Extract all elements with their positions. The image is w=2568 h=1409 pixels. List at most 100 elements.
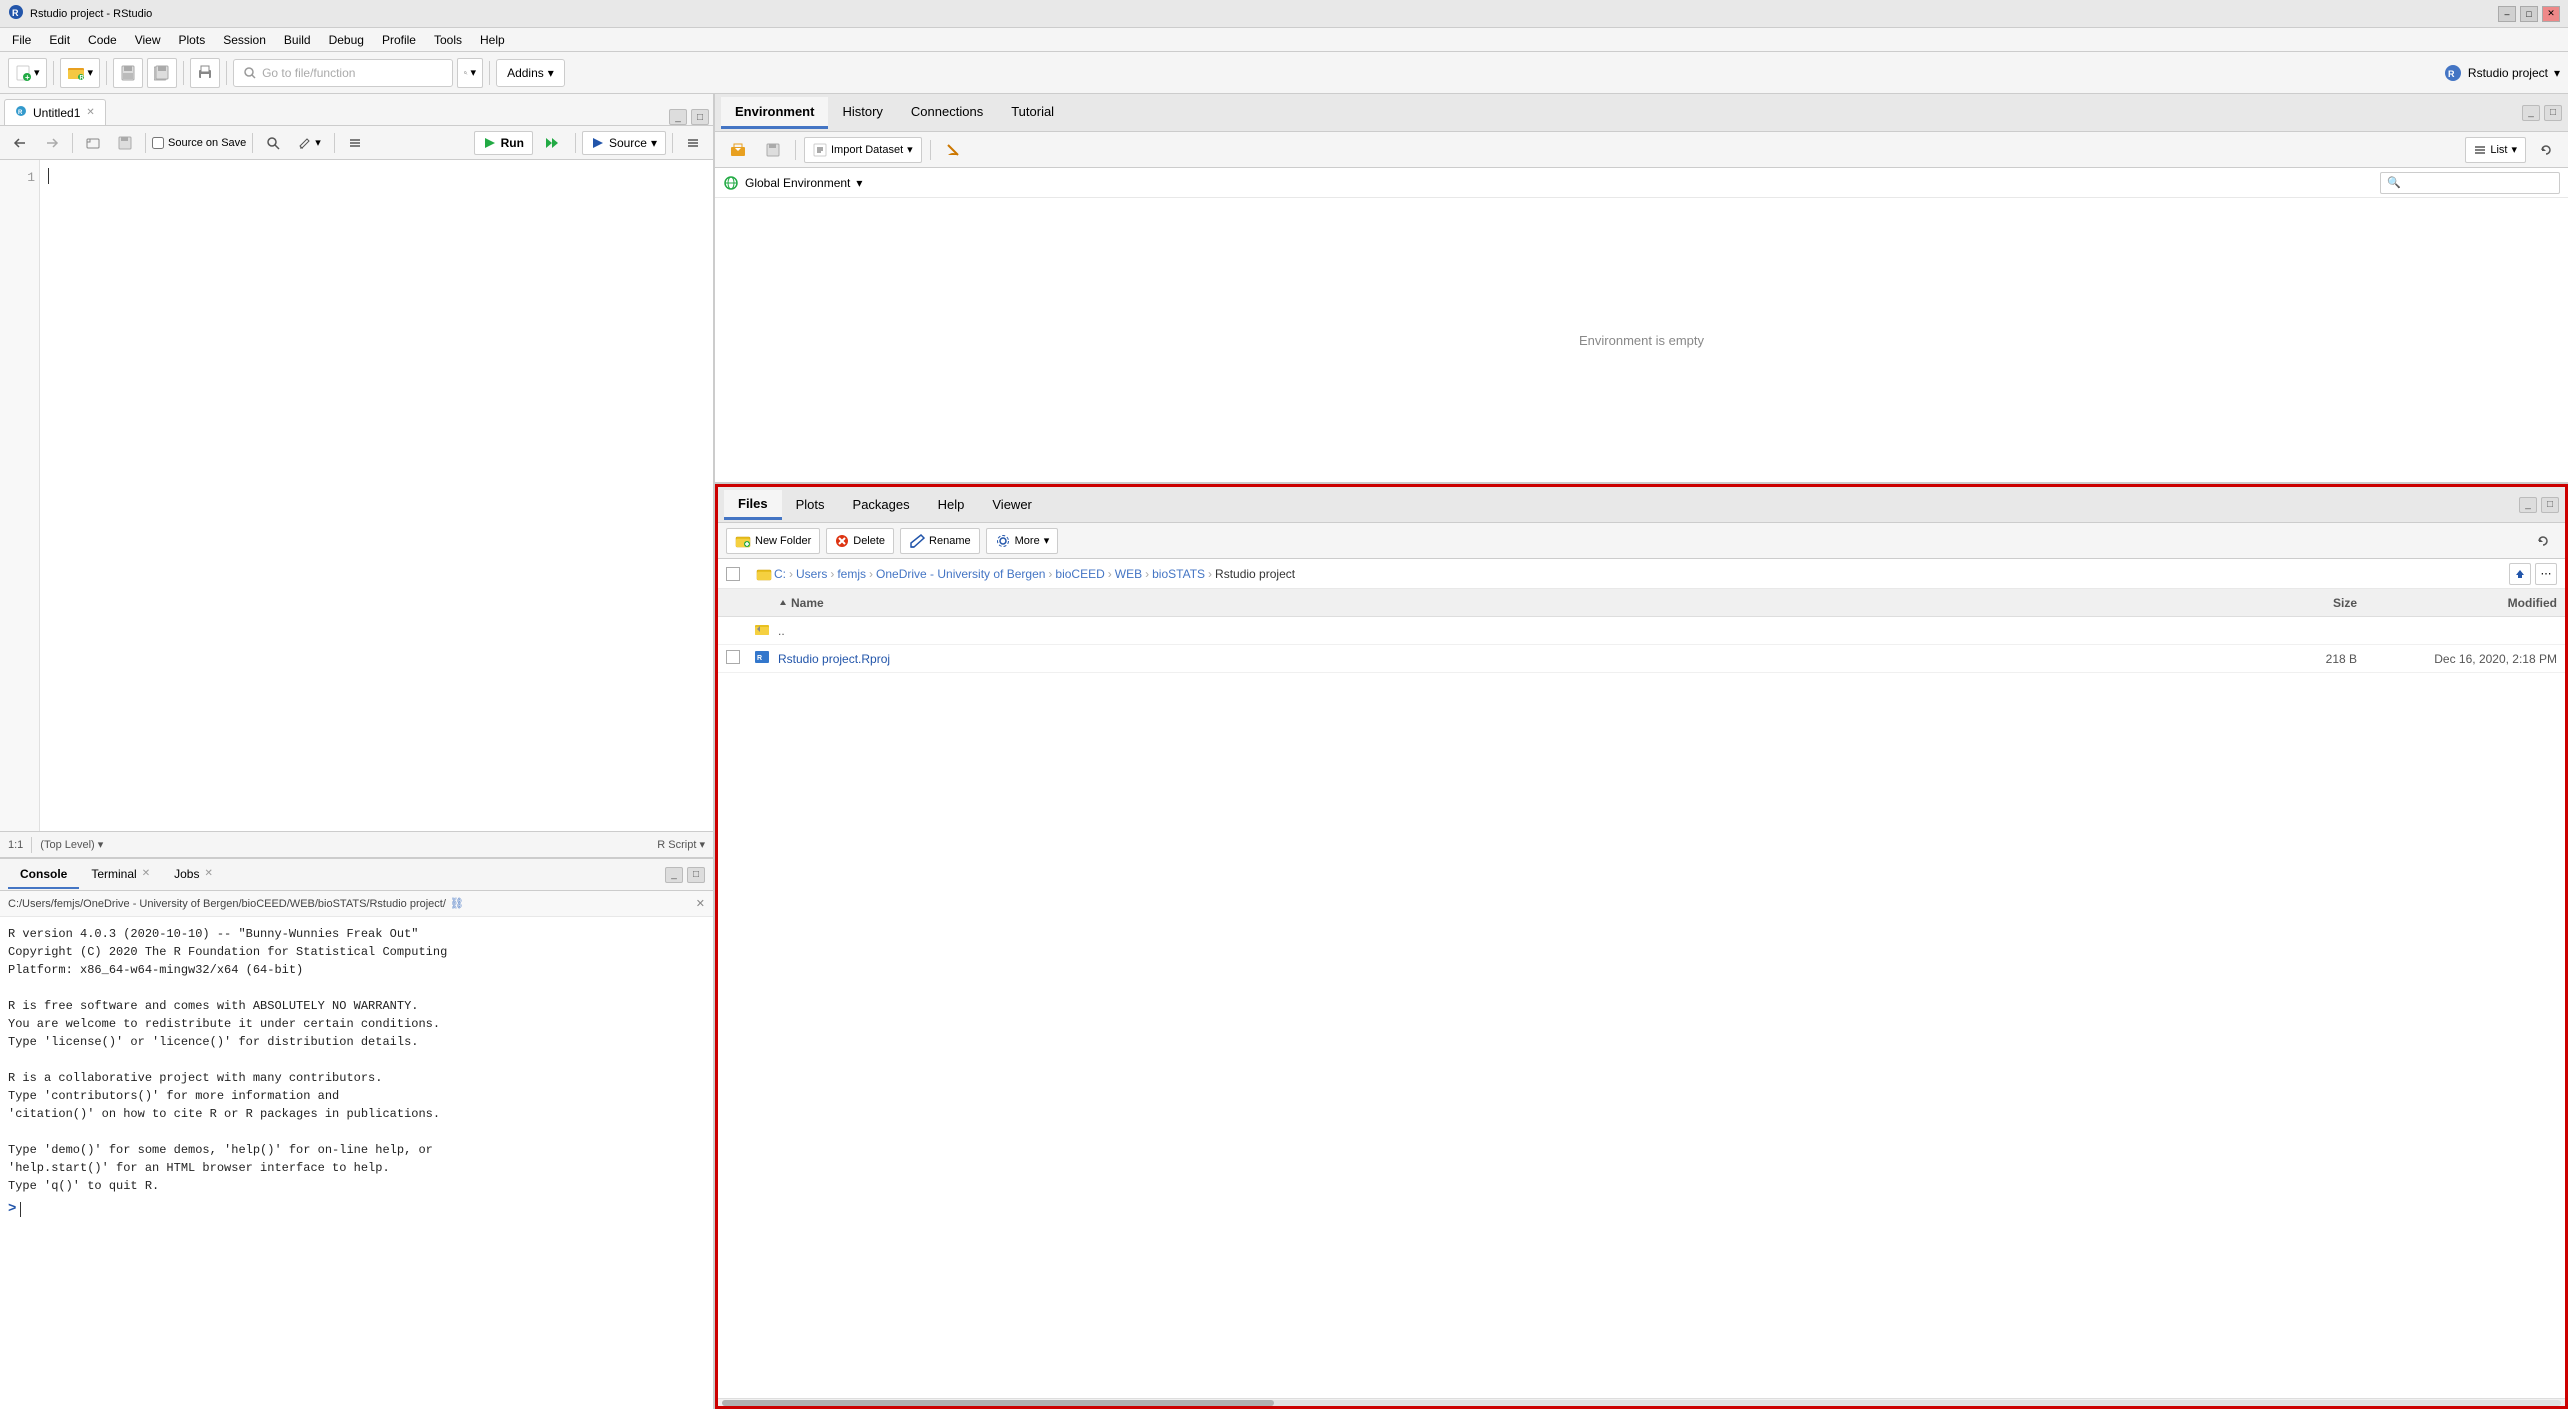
open-project-button[interactable]: R ▾: [60, 58, 101, 88]
terminal-tab-close[interactable]: ✕: [142, 868, 150, 879]
close-button[interactable]: ✕: [2542, 6, 2560, 22]
env-tab-tutorial[interactable]: Tutorial: [997, 97, 1068, 129]
source-on-save-label[interactable]: Source on Save: [152, 137, 246, 149]
minimize-button[interactable]: –: [2498, 6, 2516, 22]
global-env-selector[interactable]: Global Environment: [745, 176, 850, 190]
editor-options-button[interactable]: [679, 131, 707, 155]
files-maximize-button[interactable]: □: [2541, 497, 2559, 513]
addins-button[interactable]: Addins ▾: [496, 59, 565, 87]
more-button[interactable]: More ▾: [986, 528, 1059, 554]
code-area[interactable]: [40, 160, 713, 831]
env-tab-connections[interactable]: Connections: [897, 97, 997, 129]
delete-button[interactable]: Delete: [826, 528, 894, 554]
env-minimize-button[interactable]: _: [2522, 105, 2540, 121]
env-refresh-button[interactable]: [2532, 137, 2560, 163]
edit-arrow: ▾: [315, 136, 321, 149]
menu-code[interactable]: Code: [80, 31, 125, 49]
file-type[interactable]: R Script ▾: [657, 838, 705, 851]
goto-field[interactable]: Go to file/function: [233, 59, 453, 87]
files-refresh-button[interactable]: [2529, 528, 2557, 554]
console-content[interactable]: R version 4.0.3 (2020-10-10) -- "Bunny-W…: [0, 917, 713, 1409]
new-file-button[interactable]: + ▾: [8, 58, 47, 88]
env-search-input[interactable]: [2380, 172, 2560, 194]
list-view-button[interactable]: List ▾: [2465, 137, 2526, 163]
back-button[interactable]: [6, 131, 34, 155]
print-button[interactable]: [190, 58, 220, 88]
files-tab-viewer[interactable]: Viewer: [978, 490, 1046, 520]
console-tab-console[interactable]: Console: [8, 861, 79, 889]
breadcrumb-users[interactable]: Users: [796, 567, 827, 581]
find-replace-button[interactable]: ▾: [457, 58, 483, 88]
breadcrumb-biostats[interactable]: bioSTATS: [1152, 567, 1205, 581]
menu-file[interactable]: File: [4, 31, 39, 49]
env-clear-button[interactable]: [939, 137, 969, 163]
edit-code-button[interactable]: ▾: [291, 131, 328, 155]
console-minimize-button[interactable]: _: [665, 867, 683, 883]
menu-profile[interactable]: Profile: [374, 31, 424, 49]
context-level[interactable]: (Top Level) ▾: [40, 838, 103, 851]
menu-tools[interactable]: Tools: [426, 31, 470, 49]
breadcrumb-c[interactable]: C:: [774, 567, 786, 581]
breadcrumb-web[interactable]: WEB: [1115, 567, 1142, 581]
console-clear-icon[interactable]: ✕: [696, 897, 705, 910]
save-all-button[interactable]: [147, 58, 177, 88]
open-file-button[interactable]: [79, 131, 107, 155]
menu-build[interactable]: Build: [276, 31, 319, 49]
env-tab-history[interactable]: History: [828, 97, 896, 129]
breadcrumb-select-all[interactable]: [726, 567, 740, 581]
menu-plots[interactable]: Plots: [171, 31, 214, 49]
scroll-thumb[interactable]: [722, 1400, 1274, 1406]
files-tab-help[interactable]: Help: [924, 490, 979, 520]
editor-tab-untitled1[interactable]: R Untitled1 ✕: [4, 99, 106, 125]
breadcrumb-more-button[interactable]: ⋯: [2535, 563, 2557, 585]
console-tab-terminal[interactable]: Terminal ✕: [79, 861, 162, 889]
breadcrumb-onedrive[interactable]: OneDrive - University of Bergen: [876, 567, 1045, 581]
forward-button[interactable]: [38, 131, 66, 155]
files-scrollbar[interactable]: [718, 1398, 2565, 1406]
breadcrumb-femjs[interactable]: femjs: [837, 567, 866, 581]
breadcrumb-sep-7: ›: [1208, 567, 1212, 581]
editor-tab-close[interactable]: ✕: [86, 107, 94, 118]
menu-view[interactable]: View: [127, 31, 169, 49]
re-run-button[interactable]: [537, 131, 569, 155]
env-maximize-button[interactable]: □: [2544, 105, 2562, 121]
env-load-button[interactable]: [723, 137, 753, 163]
env-tab-environment[interactable]: Environment: [721, 97, 828, 129]
console-tab-jobs[interactable]: Jobs ✕: [162, 861, 225, 889]
menu-help[interactable]: Help: [472, 31, 513, 49]
files-tab-packages[interactable]: Packages: [839, 490, 924, 520]
files-minimize-button[interactable]: _: [2519, 497, 2537, 513]
find-in-editor-button[interactable]: [259, 131, 287, 155]
import-dataset-label: Import Dataset: [831, 144, 903, 156]
files-tab-plots[interactable]: Plots: [782, 490, 839, 520]
header-name[interactable]: Name: [778, 596, 2277, 610]
files-row-back[interactable]: ..: [718, 617, 2565, 645]
global-env-arrow[interactable]: ▾: [856, 176, 862, 190]
menu-session[interactable]: Session: [215, 31, 274, 49]
save-button[interactable]: [113, 58, 143, 88]
table-row[interactable]: R Rstudio project.Rproj 218 B Dec 16, 20…: [718, 645, 2565, 673]
list-content-button[interactable]: [341, 131, 369, 155]
editor-maximize-button[interactable]: □: [691, 109, 709, 125]
rename-button[interactable]: Rename: [900, 528, 980, 554]
file-name[interactable]: Rstudio project.Rproj: [778, 652, 2277, 666]
jobs-tab-close[interactable]: ✕: [204, 868, 212, 879]
maximize-button[interactable]: □: [2520, 6, 2538, 22]
editor-minimize-button[interactable]: _: [669, 109, 687, 125]
source-on-save-checkbox[interactable]: [152, 137, 164, 149]
import-arrow: ▾: [907, 143, 913, 156]
save-editor-button[interactable]: [111, 131, 139, 155]
breadcrumb-bioceed[interactable]: bioCEED: [1055, 567, 1104, 581]
file-checkbox[interactable]: [726, 650, 754, 667]
env-save-button[interactable]: [759, 137, 787, 163]
new-folder-button[interactable]: New Folder: [726, 528, 820, 554]
scroll-track[interactable]: [722, 1400, 2561, 1406]
import-dataset-button[interactable]: Import Dataset ▾: [804, 137, 922, 163]
menu-debug[interactable]: Debug: [321, 31, 372, 49]
run-button[interactable]: Run: [474, 131, 533, 155]
console-maximize-button[interactable]: □: [687, 867, 705, 883]
source-button[interactable]: Source ▾: [582, 131, 666, 155]
menu-edit[interactable]: Edit: [41, 31, 78, 49]
breadcrumb-upload-button[interactable]: [2509, 563, 2531, 585]
files-tab-files[interactable]: Files: [724, 490, 782, 520]
